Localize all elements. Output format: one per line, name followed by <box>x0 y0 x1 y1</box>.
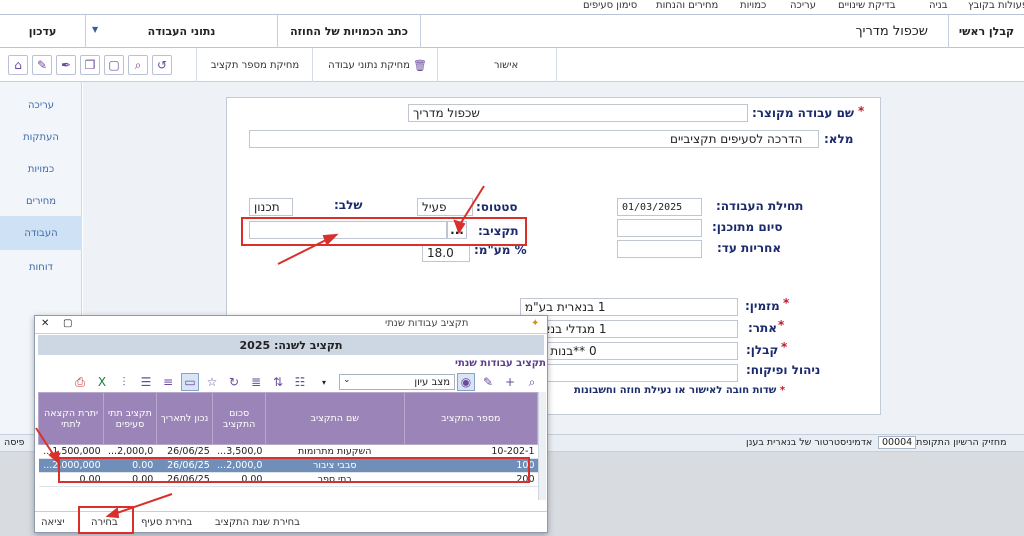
annotation-arrows <box>35 185 485 519</box>
